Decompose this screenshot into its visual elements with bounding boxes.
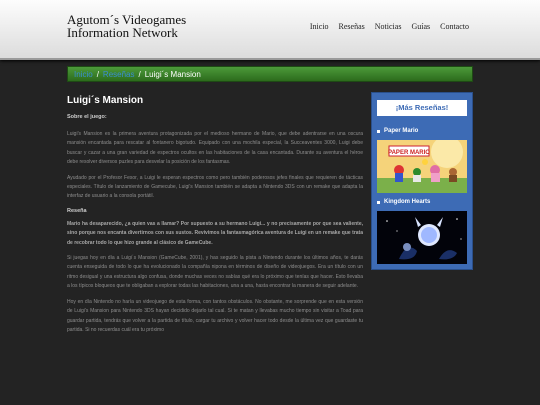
paper-mario-cover-image[interactable]: PAPER MARIO [377, 136, 467, 193]
breadcrumb-current: Luigi´s Mansion [144, 70, 201, 79]
sidebar-heading: ¡Más Reseñas! [377, 100, 467, 116]
breadcrumb-home-link[interactable]: Inicio [74, 70, 93, 79]
site-header: Agutom´s Videogames Information Network … [0, 0, 540, 60]
page-title: Luigi´s Mansion [67, 95, 144, 106]
site-title-line2: Information Network [67, 25, 178, 40]
site-title[interactable]: Agutom´s Videogames Information Network [67, 13, 186, 39]
nav-item-noticias[interactable]: Noticias [375, 22, 402, 31]
kingdom-hearts-cover-image[interactable] [377, 211, 467, 264]
review-intro-paragraph: Mario ha desaparecido, ¿a quien vas a ll… [67, 220, 363, 246]
nav-item-inicio[interactable]: Inicio [310, 22, 329, 31]
article-content: Luigi´s Mansion Sobre el juego: Luigi's … [67, 95, 363, 405]
article-paragraph: Si juegas hoy en día a Luigi´s Mansion (… [67, 255, 363, 290]
breadcrumb-section-link[interactable]: Reseñas [103, 70, 135, 79]
sidebar-item-paper-mario[interactable]: Paper Mario PAPER MARIO [377, 125, 467, 198]
sidebar-item-label[interactable]: Paper Mario [384, 128, 418, 134]
nav-item-guias[interactable]: Guías [411, 22, 430, 31]
sidebar-item-label[interactable]: Kingdom Hearts [384, 199, 430, 205]
nav-item-contacto[interactable]: Contacto [440, 22, 469, 31]
sidebar-more-reviews: ¡Más Reseñas! Paper Mario PAPER MARIO Ki… [371, 92, 473, 270]
article-paragraph: Hoy en día Nintendo no haría un videojue… [67, 298, 363, 333]
review-label: Reseña [67, 207, 87, 214]
nav-item-resenas[interactable]: Reseñas [339, 22, 365, 31]
sidebar-item-kingdom-hearts[interactable]: Kingdom Hearts [377, 196, 467, 269]
breadcrumb-separator: / [96, 70, 99, 79]
bullet-icon [377, 129, 380, 133]
article-paragraph: Ayudado por el Profesor Fesor, a Luigi l… [67, 174, 363, 200]
bullet-icon [377, 200, 380, 204]
breadcrumb: Inicio / Reseñas / Luigi´s Mansion [67, 66, 473, 82]
section-subtitle: Sobre el juego: [67, 114, 107, 120]
breadcrumb-separator: / [138, 70, 141, 79]
article-paragraph: Luigi's Mansion es la primera aventura p… [67, 131, 363, 166]
paper-mario-logo: PAPER MARIO [388, 150, 430, 156]
main-nav: Inicio Reseñas Noticias Guías Contacto [310, 22, 469, 31]
